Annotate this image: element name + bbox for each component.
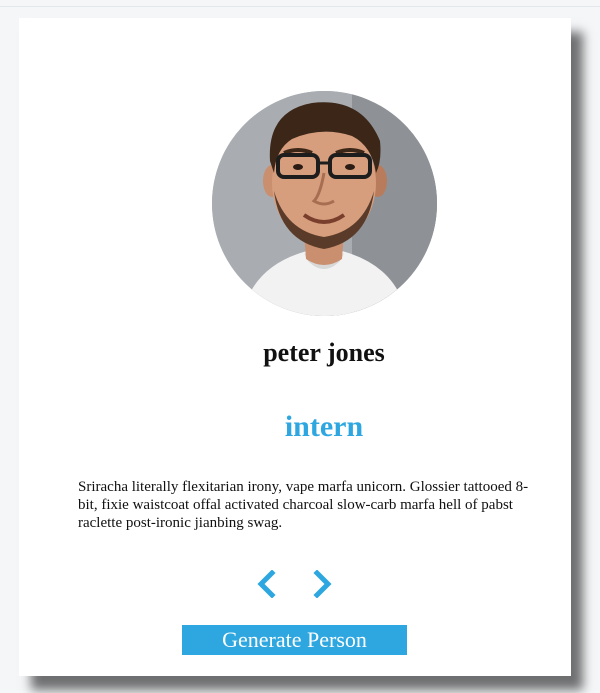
next-button[interactable] [310, 570, 334, 598]
chevron-right-icon [313, 570, 332, 598]
person-job: intern [284, 410, 364, 443]
person-photo [212, 91, 437, 316]
person-name: peter jones [263, 338, 385, 367]
prev-button[interactable] [255, 570, 279, 598]
browser-top-edge [0, 0, 600, 7]
review-card: peter jones intern Sriracha literally fl… [19, 18, 571, 676]
generate-person-button[interactable]: Generate Person [182, 625, 407, 655]
chevron-left-icon [257, 570, 276, 598]
person-info: Sriracha literally flexitarian irony, va… [78, 479, 529, 531]
